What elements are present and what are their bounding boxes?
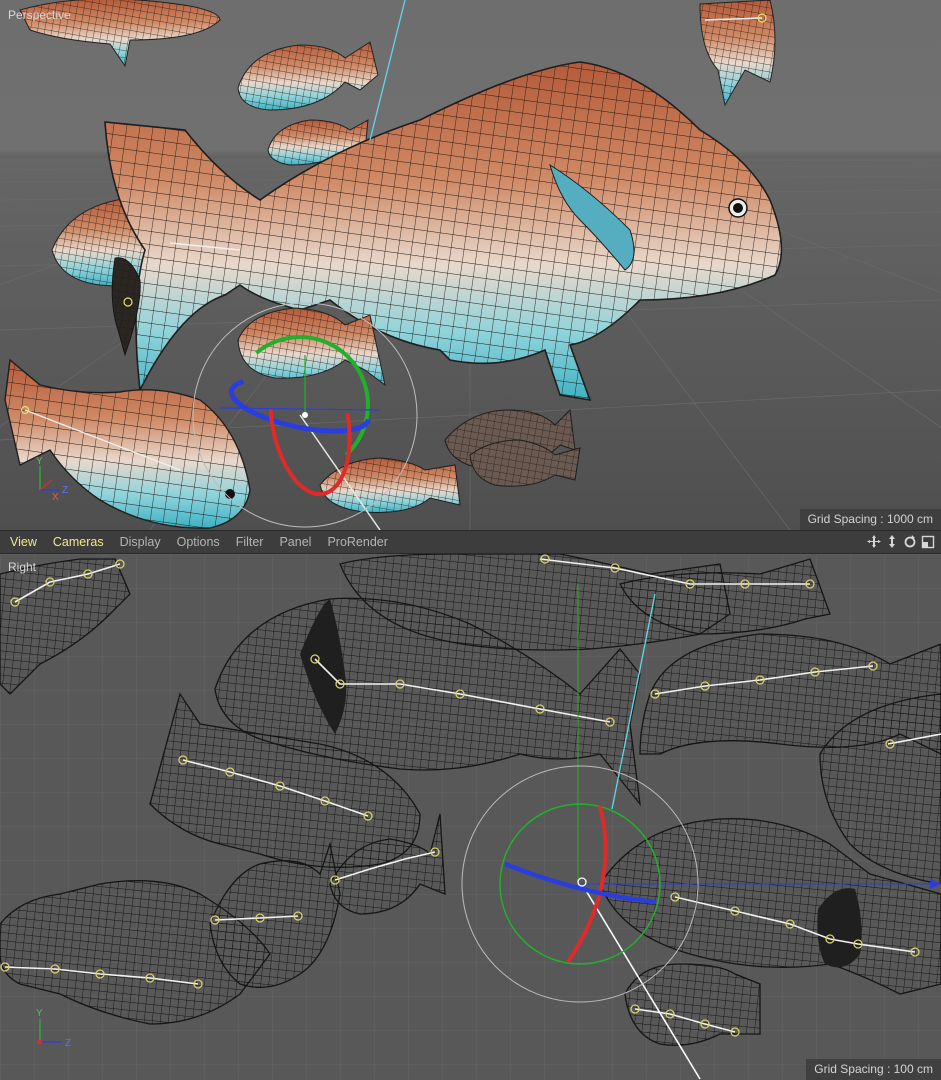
toggle-layout-icon[interactable] (921, 534, 935, 549)
right-viewport[interactable]: Y Z Right Grid Spacing : 100 cm (0, 554, 941, 1080)
grid-spacing-right: Grid Spacing : 100 cm (806, 1059, 941, 1080)
axis-x-label: X (52, 492, 59, 503)
dolly-view-icon[interactable] (885, 534, 899, 549)
right-scene[interactable]: Y Z (0, 554, 941, 1080)
perspective-viewport[interactable]: Y Z X Perspective Grid Spacing : 1000 cm (0, 0, 941, 530)
axis-z-label-right: Z (65, 1038, 71, 1049)
menu-display[interactable]: Display (120, 535, 161, 549)
rotate-view-icon[interactable] (903, 534, 917, 549)
fish-small-mid-1[interactable] (237, 41, 379, 111)
grid-spacing-perspective: Grid Spacing : 1000 cm (799, 509, 941, 530)
view-nav-icons (867, 534, 935, 549)
perspective-scene[interactable]: Y Z X (0, 0, 941, 530)
menu-options[interactable]: Options (177, 535, 220, 549)
viewport-label-perspective[interactable]: Perspective (8, 8, 71, 22)
move-view-icon[interactable] (867, 534, 881, 549)
menu-panel[interactable]: Panel (279, 535, 311, 549)
menu-filter[interactable]: Filter (236, 535, 264, 549)
menu-view[interactable]: View (10, 535, 37, 549)
viewport-label-right[interactable]: Right (8, 560, 36, 574)
axis-y-label-right: Y (36, 1008, 43, 1019)
viewport-menubar: View Cameras Display Options Filter Pane… (0, 530, 941, 554)
axis-z-label: Z (62, 485, 68, 496)
axis-y-label: Y (36, 456, 43, 467)
wire-fish-bottom-small[interactable] (624, 963, 761, 1046)
fish-small-top-right[interactable] (699, 0, 776, 107)
menu-cameras[interactable]: Cameras (53, 535, 104, 549)
menu-prorender[interactable]: ProRender (327, 535, 387, 549)
